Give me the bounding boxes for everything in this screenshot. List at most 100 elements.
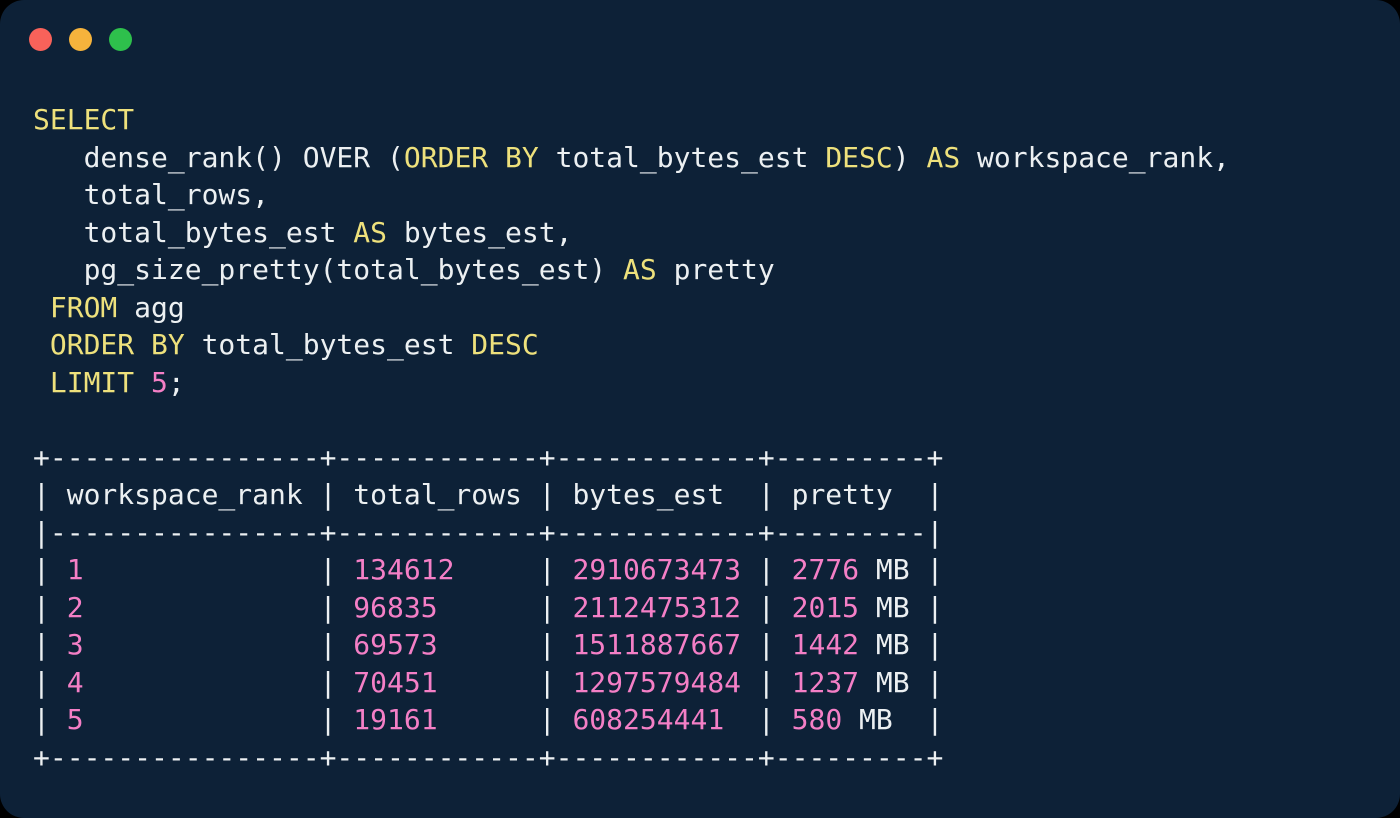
code-line: | 2 | 96835 | 2112475312 | 2015 MB |	[33, 589, 1230, 627]
code-text: total_rows,	[33, 178, 269, 211]
numeric-value: 2	[67, 591, 84, 624]
code-text: |	[84, 628, 354, 661]
code-line: LIMIT 5;	[33, 364, 1230, 402]
sql-keyword: SELECT	[33, 103, 134, 136]
code-text: agg	[117, 291, 184, 324]
code-text: +----------------+------------+---------…	[33, 741, 943, 774]
code-line: | 3 | 69573 | 1511887667 | 1442 MB |	[33, 626, 1230, 664]
numeric-value: 2910673473	[572, 553, 741, 586]
numeric-value: 19161	[353, 703, 437, 736]
terminal-window: SELECT dense_rank() OVER (ORDER BY total…	[0, 0, 1400, 818]
code-text: |	[438, 703, 573, 736]
numeric-value: 580	[792, 703, 843, 736]
sql-keyword: AS	[926, 141, 960, 174]
sql-keyword: AS	[623, 253, 657, 286]
code-text: total_bytes_est	[539, 141, 826, 174]
code-text: |	[33, 591, 67, 624]
code-line: | workspace_rank | total_rows | bytes_es…	[33, 476, 1230, 514]
code-text: |	[84, 703, 354, 736]
numeric-value: 1	[67, 553, 84, 586]
code-text: |	[741, 666, 792, 699]
sql-keyword: DESC	[471, 328, 538, 361]
code-text: |	[84, 666, 354, 699]
code-text: |	[84, 553, 354, 586]
code-text: |	[438, 628, 573, 661]
code-text: |	[33, 703, 67, 736]
numeric-value: 2015	[792, 591, 859, 624]
numeric-value: 608254441	[572, 703, 724, 736]
code-text: MB |	[842, 703, 943, 736]
code-line: total_rows,	[33, 176, 1230, 214]
code-line: |----------------+------------+---------…	[33, 514, 1230, 552]
sql-keyword: AS	[353, 216, 387, 249]
code-text	[33, 366, 50, 399]
numeric-value: 5	[151, 366, 168, 399]
code-text: |	[33, 666, 67, 699]
numeric-value: 96835	[353, 591, 437, 624]
code-text: |	[438, 591, 573, 624]
code-line: total_bytes_est AS bytes_est,	[33, 214, 1230, 252]
code-text: |	[724, 703, 791, 736]
code-text: +----------------+------------+---------…	[33, 441, 943, 474]
numeric-value: 1511887667	[572, 628, 741, 661]
code-text	[134, 366, 151, 399]
code-line: dense_rank() OVER (ORDER BY total_bytes_…	[33, 139, 1230, 177]
numeric-value: 2112475312	[572, 591, 741, 624]
code-line: | 4 | 70451 | 1297579484 | 1237 MB |	[33, 664, 1230, 702]
code-text	[33, 291, 50, 324]
code-text: bytes_est,	[387, 216, 572, 249]
code-text: MB |	[859, 553, 943, 586]
sql-keyword: LIMIT	[50, 366, 134, 399]
numeric-value: 3	[67, 628, 84, 661]
code-text	[33, 328, 50, 361]
code-text: dense_rank() OVER (	[33, 141, 404, 174]
numeric-value: 1237	[792, 666, 859, 699]
close-button[interactable]	[29, 28, 52, 51]
numeric-value: 70451	[353, 666, 437, 699]
code-text: pg_size_pretty(total_bytes_est)	[33, 253, 623, 286]
code-text: |	[741, 553, 792, 586]
code-text: MB |	[859, 591, 943, 624]
code-line: +----------------+------------+---------…	[33, 439, 1230, 477]
code-text: MB |	[859, 666, 943, 699]
numeric-value: 1442	[792, 628, 859, 661]
sql-keyword: DESC	[825, 141, 892, 174]
code-text	[33, 403, 50, 436]
numeric-value: 2776	[792, 553, 859, 586]
code-text: |	[33, 553, 67, 586]
window-controls	[29, 28, 132, 51]
code-text: )	[893, 141, 927, 174]
code-text: total_bytes_est	[185, 328, 472, 361]
maximize-button[interactable]	[109, 28, 132, 51]
sql-keyword: ORDER BY	[50, 328, 185, 361]
code-line: FROM agg	[33, 289, 1230, 327]
numeric-value: 5	[67, 703, 84, 736]
code-text: workspace_rank,	[960, 141, 1230, 174]
sql-keyword: ORDER BY	[404, 141, 539, 174]
code-line	[33, 401, 1230, 439]
minimize-button[interactable]	[69, 28, 92, 51]
code-line: pg_size_pretty(total_bytes_est) AS prett…	[33, 251, 1230, 289]
code-text: | workspace_rank | total_rows | bytes_es…	[33, 478, 943, 511]
numeric-value: 69573	[353, 628, 437, 661]
code-text: pretty	[657, 253, 775, 286]
terminal-content: SELECT dense_rank() OVER (ORDER BY total…	[33, 101, 1230, 776]
code-text: MB |	[859, 628, 943, 661]
code-text: |----------------+------------+---------…	[33, 516, 943, 549]
code-text: total_bytes_est	[33, 216, 353, 249]
code-line: | 1 | 134612 | 2910673473 | 2776 MB |	[33, 551, 1230, 589]
code-line: +----------------+------------+---------…	[33, 739, 1230, 777]
code-text: |	[33, 628, 67, 661]
code-text: |	[741, 591, 792, 624]
code-text: |	[84, 591, 354, 624]
code-text: ;	[168, 366, 185, 399]
code-line: | 5 | 19161 | 608254441 | 580 MB |	[33, 701, 1230, 739]
numeric-value: 4	[67, 666, 84, 699]
code-text: |	[438, 666, 573, 699]
code-text: |	[454, 553, 572, 586]
numeric-value: 134612	[353, 553, 454, 586]
code-text: |	[741, 628, 792, 661]
sql-keyword: FROM	[50, 291, 117, 324]
code-line: SELECT	[33, 101, 1230, 139]
code-line: ORDER BY total_bytes_est DESC	[33, 326, 1230, 364]
